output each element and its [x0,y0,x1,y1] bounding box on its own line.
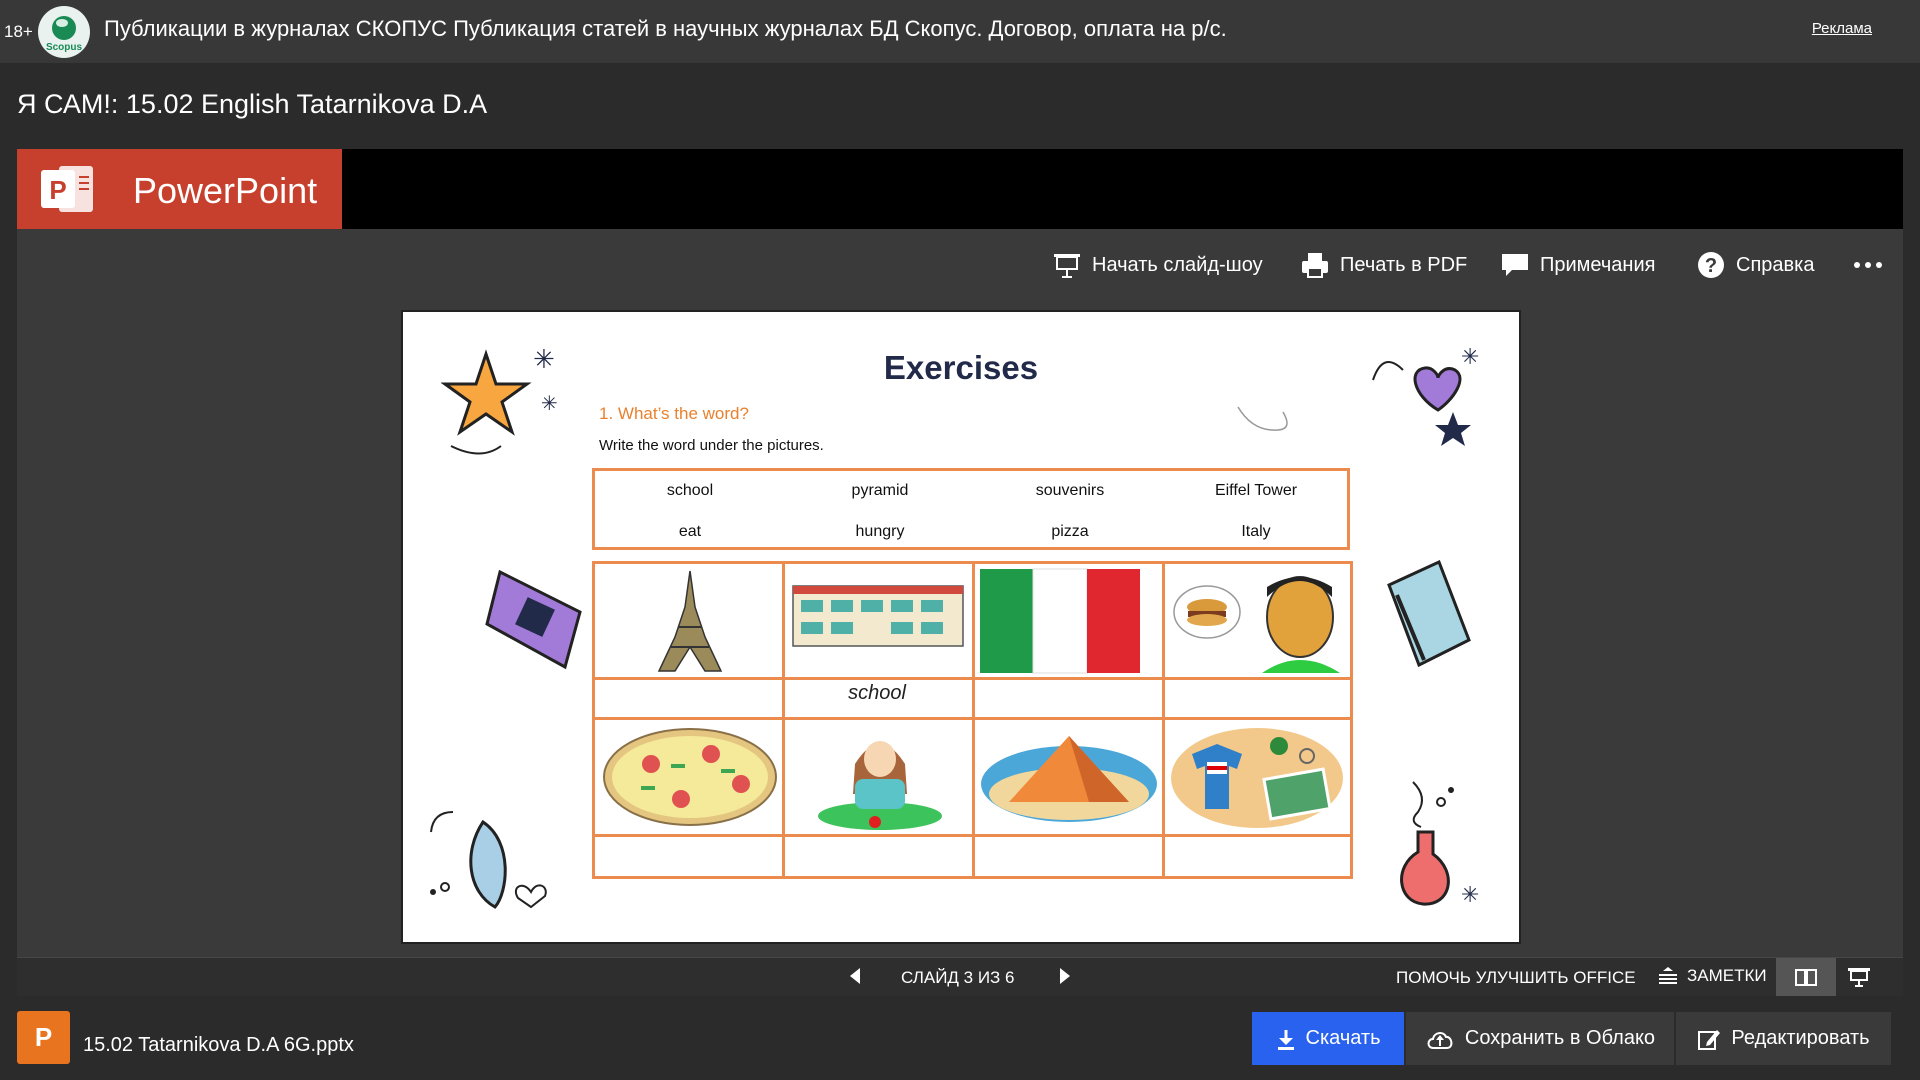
edit-pencil-icon [1698,1029,1721,1050]
pizza-picture [603,728,777,826]
notes-toggle-label: ЗАМЕТКИ [1687,966,1767,985]
leaf-doodle-icon [430,811,547,909]
triangle-left-icon [850,968,860,984]
grid-divider [595,677,1350,680]
more-options-button[interactable] [1853,249,1893,281]
next-slide-button[interactable] [1059,967,1071,985]
download-button[interactable]: Скачать [1252,1012,1404,1065]
svg-text:✳: ✳ [1461,883,1479,908]
word-bank-item: Eiffel Tower [1214,482,1298,499]
svg-text:✳: ✳ [541,391,558,415]
ad-text[interactable]: Публикации в журналах СКОПУС Публикация … [104,16,1227,42]
hungry-boy-picture [1173,576,1340,673]
ellipsis-icon [1854,262,1882,268]
pptx-file-icon-letter: P [34,1022,53,1052]
start-slideshow-label: Начать слайд-шоу [1092,253,1263,276]
help-icon: ? [1698,252,1724,278]
viewer-toolbar: Начать слайд-шоу Печать в PDF Примечания… [17,229,1903,299]
reading-view-button[interactable] [1776,958,1836,996]
slideshow-icon [1054,254,1080,278]
notebook-doodle-icon [1387,560,1471,668]
help-button[interactable]: ? Справка [1696,249,1814,281]
word-bank-item: hungry [855,523,905,540]
slideshow-view-button[interactable] [1847,966,1871,988]
comment-icon [1502,254,1528,276]
grid-divider [1162,564,1165,876]
pyramid-picture [981,736,1157,822]
picture-grid: school [592,561,1353,879]
notes-toggle-button[interactable]: ЗАМЕТКИ [1657,966,1767,986]
italy-flag-picture [980,568,1140,674]
download-label: Скачать [1305,1027,1381,1049]
grid-divider [595,717,1350,720]
word-bank-item: school [666,482,714,499]
pptx-file-icon: P [17,1011,70,1064]
edit-button[interactable]: Редактировать [1676,1012,1891,1065]
edit-label: Редактировать [1731,1027,1870,1049]
word-bank-item: Italy [1241,523,1271,540]
school-building-picture [792,585,964,647]
triangle-right-icon [1060,968,1070,984]
save-to-cloud-label: Сохранить в Облако [1464,1027,1656,1049]
svg-text:?: ? [1705,255,1717,277]
word-bank-item: souvenirs [1035,482,1105,499]
scopus-logo-text: Scopus [45,42,83,53]
printer-icon [1302,253,1328,278]
age-rating-badge: 18+ [4,22,33,41]
help-improve-office-link[interactable]: ПОМОЧЬ УЛУЧШИТЬ OFFICE [1396,968,1636,988]
save-to-cloud-button[interactable]: Сохранить в Облако [1406,1012,1674,1065]
eiffel-tower-picture [657,570,723,672]
start-slideshow-button[interactable]: Начать слайд-шоу [1052,249,1263,281]
print-pdf-label: Печать в PDF [1340,253,1468,276]
girl-eating-picture [818,741,942,830]
file-footer: P 15.02 Tatarnikova D.A 6G.pptx Скачать … [0,996,1920,1080]
slide-title: Exercises [883,349,1039,386]
slide-instruction: Write the word under the pictures. [599,437,824,454]
file-name: 15.02 Tatarnikova D.A 6G.pptx [83,1034,354,1056]
word-bank-item: pizza [1051,523,1089,540]
powerpoint-logo-icon: P [41,166,93,212]
help-label: Справка [1736,253,1815,276]
word-bank-item: pyramid [851,482,909,499]
book-doodle-icon [485,569,582,670]
app-name: PowerPoint [133,170,318,211]
powerpoint-viewer: P PowerPoint Начать слайд-шоу Печать в P… [17,149,1903,996]
slide-task-heading: 1. What’s the word? [599,404,749,423]
grid-divider [595,834,1350,837]
presentation-icon [1848,968,1870,987]
grid-divider [972,564,975,876]
viewer-header: P PowerPoint [17,149,1903,229]
ad-banner[interactable]: 18+ Scopus Публикации в журналах СКОПУС … [0,0,1920,63]
book-open-icon [1795,969,1817,986]
answer-school: school [848,682,906,704]
page-title: Я САМ!: 15.02 English Tatarnikova D.A [17,89,488,119]
notes-button[interactable]: Примечания [1500,249,1655,281]
print-pdf-button[interactable]: Печать в PDF [1300,249,1467,281]
scribble-doodle-icon [1237,406,1288,431]
scopus-logo-highlight [56,19,68,27]
ad-label-link[interactable]: Реклама [1812,20,1872,37]
word-bank-item: eat [678,523,702,540]
scopus-logo[interactable]: Scopus [38,6,90,58]
notes-lines-icon [1659,967,1677,984]
flask-doodle-icon: ✳ [1400,781,1479,908]
souvenirs-picture [1171,728,1343,828]
svg-text:P: P [49,175,66,205]
slide-status-bar: СЛАЙД 3 ИЗ 6 ПОМОЧЬ УЛУЧШИТЬ OFFICE ЗАМЕ… [17,957,1903,996]
cloud-upload-icon [1427,1031,1453,1049]
slide-canvas[interactable]: ✳ ✳ ✳ ✳ Exercises 1. What’s the word? Wr… [403,312,1519,942]
slide-counter: СЛАЙД 3 ИЗ 6 [901,968,1015,987]
previous-slide-button[interactable] [849,967,861,985]
notes-label: Примечания [1540,253,1656,276]
powerpoint-brand: P PowerPoint [17,149,342,229]
download-icon [1277,1029,1294,1050]
word-bank: school pyramid souvenirs Eiffel Tower ea… [592,468,1350,550]
grid-divider [782,564,785,876]
